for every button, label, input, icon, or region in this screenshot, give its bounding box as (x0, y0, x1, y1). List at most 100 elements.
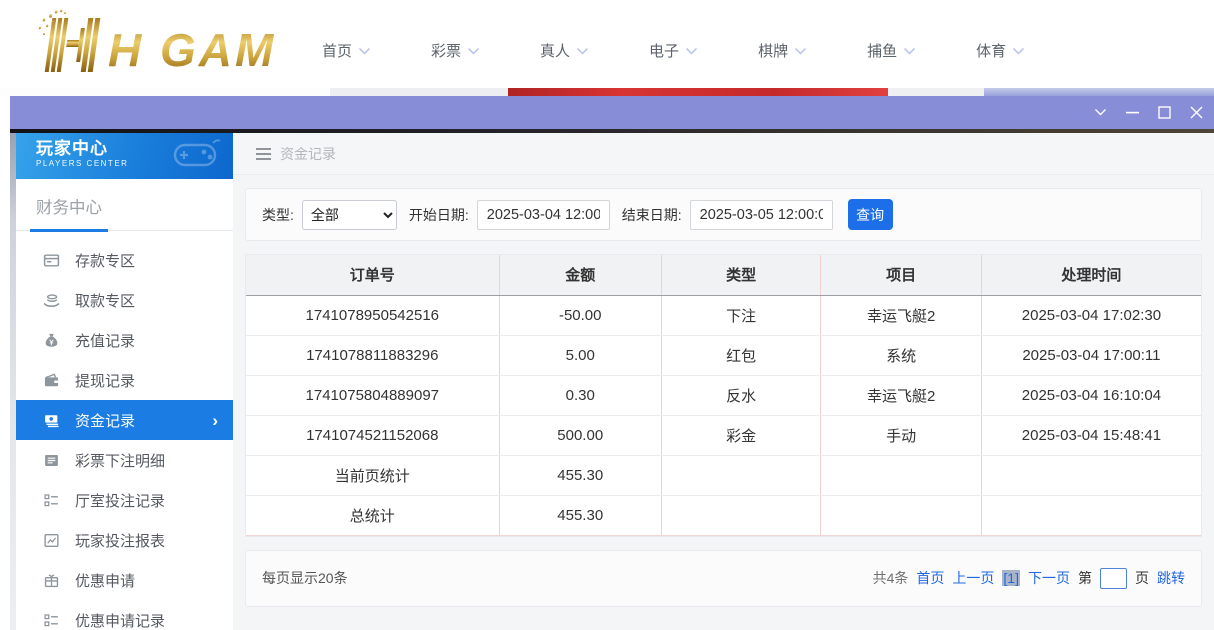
chevron-down-icon (904, 48, 915, 55)
nav-item-5[interactable]: 捕鱼 (867, 40, 915, 61)
sidebar-menu: 存款专区取款专区充值记录提现记录资金记录›彩票下注明细厅室投注记录玩家投注报表优… (16, 231, 233, 630)
close-icon[interactable] (1189, 105, 1204, 120)
sidebar-item-5[interactable]: 彩票下注明细 (16, 440, 233, 480)
table-cell (661, 495, 820, 535)
table-row: 总统计455.30 (246, 495, 1201, 535)
window-titlebar[interactable] (10, 96, 1214, 129)
chart-report-icon (43, 532, 60, 549)
sidebar-item-4[interactable]: 资金记录› (16, 400, 233, 440)
current-page-badge[interactable]: [1] (1002, 570, 1020, 586)
chevron-right-icon: › (212, 412, 218, 429)
table-cell (981, 455, 1201, 495)
table-cell: 幸运飞艇2 (821, 295, 981, 335)
chevron-down-icon (468, 48, 479, 55)
column-header: 类型 (661, 255, 820, 295)
table-cell: 彩金 (661, 415, 820, 455)
prev-page-link[interactable]: 上一页 (952, 568, 994, 588)
checklist-icon (43, 492, 60, 509)
table-row: 17410758048890970.30反水幸运飞艇22025-03-04 16… (246, 375, 1201, 415)
banner-segment-red (508, 88, 888, 96)
next-page-link[interactable]: 下一页 (1028, 568, 1070, 588)
sidebar: 玩家中心 PLAYERS CENTER 财务中心 存款专区取款专区充值记录提现记… (16, 133, 233, 630)
jump-page-input[interactable] (1100, 568, 1127, 589)
section-active-bar (30, 229, 108, 232)
table-cell (661, 455, 820, 495)
banner-segment (984, 88, 1214, 96)
table-cell: 5.00 (499, 335, 661, 375)
player-center-window: 玩家中心 PLAYERS CENTER 财务中心 存款专区取款专区充值记录提现记… (10, 96, 1214, 630)
sidebar-item-0[interactable]: 存款专区 (16, 240, 233, 280)
sidebar-item-1[interactable]: 取款专区 (16, 280, 233, 320)
table-cell: 500.00 (499, 415, 661, 455)
table-footer: 每页显示20条 共4条 首页 上一页 [1] 下一页 第 页 跳转 (245, 550, 1202, 607)
table-cell: 2025-03-04 15:48:41 (981, 415, 1201, 455)
window-controls (1093, 96, 1208, 129)
nav-item-label: 捕鱼 (867, 40, 897, 61)
table-cell: 455.30 (499, 455, 661, 495)
table-cell: 1741075804889097 (246, 375, 499, 415)
column-header: 项目 (821, 255, 981, 295)
search-button[interactable]: 查询 (848, 199, 893, 230)
brand-logo-text: H GAME (108, 24, 276, 76)
minimize-icon[interactable] (1125, 105, 1140, 120)
end-date-input[interactable] (690, 200, 833, 230)
table-row: 1741078950542516-50.00下注幸运飞艇22025-03-04 … (246, 295, 1201, 335)
players-center-banner: 玩家中心 PLAYERS CENTER (16, 133, 233, 179)
total-count: 共4条 (873, 568, 909, 588)
menu-toggle-icon[interactable] (256, 148, 271, 160)
nav-item-3[interactable]: 电子 (649, 40, 697, 61)
table-cell: 2025-03-04 17:02:30 (981, 295, 1201, 335)
finance-section-header: 财务中心 (16, 179, 233, 231)
site-header: H GAME 首页 彩票 真人 电子 棋牌 捕鱼 体育 (0, 0, 1214, 88)
table-cell: 红包 (661, 335, 820, 375)
sidebar-item-2[interactable]: 充值记录 (16, 320, 233, 360)
gift-icon (43, 572, 60, 589)
start-date-input[interactable] (477, 200, 610, 230)
table-cell: 幸运飞艇2 (821, 375, 981, 415)
deposit-card-icon (43, 252, 60, 269)
table-row: 1741074521152068500.00彩金手动2025-03-04 15:… (246, 415, 1201, 455)
type-select[interactable]: 全部 (302, 200, 397, 230)
pagination: 共4条 首页 上一页 [1] 下一页 第 页 跳转 (873, 568, 1185, 589)
page-title: 资金记录 (280, 144, 336, 164)
main-content: 资金记录 类型: 全部 开始日期: 结束日期: 查询 订单号金额类型项目处理时间… (233, 133, 1214, 630)
table-header-row: 订单号金额类型项目处理时间 (246, 255, 1201, 295)
table-cell: 0.30 (499, 375, 661, 415)
nav-item-label: 棋牌 (758, 40, 788, 61)
wallet-icon (43, 372, 60, 389)
sidebar-item-3[interactable]: 提现记录 (16, 360, 233, 400)
money-bag-icon (43, 332, 60, 349)
jump-prefix: 第 (1078, 568, 1092, 588)
table-cell: 反水 (661, 375, 820, 415)
banner-segment (330, 88, 508, 96)
sidebar-item-9[interactable]: 优惠申请记录 (16, 600, 233, 630)
chevron-down-icon (359, 48, 370, 55)
table-cell (821, 455, 981, 495)
table-cell (821, 495, 981, 535)
sidebar-item-8[interactable]: 优惠申请 (16, 560, 233, 600)
jump-button[interactable]: 跳转 (1157, 568, 1185, 588)
chevron-down-icon (1013, 48, 1024, 55)
maximize-icon[interactable] (1157, 105, 1172, 120)
sidebar-item-7[interactable]: 玩家投注报表 (16, 520, 233, 560)
records-table-panel: 订单号金额类型项目处理时间 1741078950542516-50.00下注幸运… (245, 254, 1202, 537)
nav-item-6[interactable]: 体育 (976, 40, 1024, 61)
table-row: 当前页统计455.30 (246, 455, 1201, 495)
start-date-label: 开始日期: (409, 205, 469, 225)
nav-item-1[interactable]: 彩票 (431, 40, 479, 61)
nav-item-2[interactable]: 真人 (540, 40, 588, 61)
brand-logo[interactable]: H GAME (8, 6, 276, 87)
collapse-icon[interactable] (1093, 105, 1108, 120)
sidebar-item-6[interactable]: 厅室投注记录 (16, 480, 233, 520)
table-cell: 2025-03-04 16:10:04 (981, 375, 1201, 415)
table-cell: 455.30 (499, 495, 661, 535)
nav-item-4[interactable]: 棋牌 (758, 40, 806, 61)
end-date-label: 结束日期: (622, 205, 682, 225)
jump-suffix: 页 (1135, 568, 1149, 588)
nav-item-label: 彩票 (431, 40, 461, 61)
table-cell: 当前页统计 (246, 455, 499, 495)
table-cell: 1741078811883296 (246, 335, 499, 375)
first-page-link[interactable]: 首页 (916, 568, 944, 588)
type-label: 类型: (262, 205, 294, 225)
nav-item-0[interactable]: 首页 (322, 40, 370, 61)
